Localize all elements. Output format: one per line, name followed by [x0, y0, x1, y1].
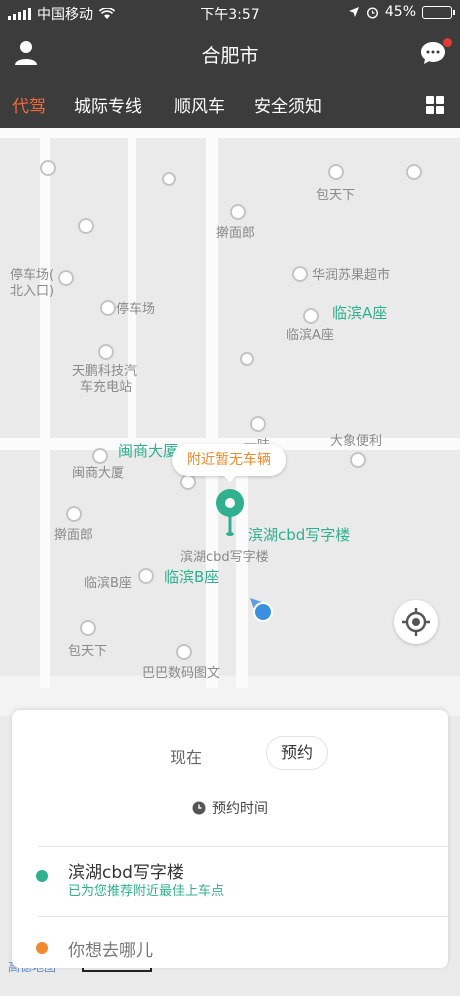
no-vehicle-tooltip: 附近暂无车辆 [172, 444, 286, 482]
building-icon [303, 308, 319, 324]
parking-icon [100, 300, 116, 316]
tab-carpool[interactable]: 顺风车 [174, 92, 225, 117]
road [236, 448, 248, 688]
tab-intercity[interactable]: 城际专线 [74, 92, 142, 117]
poi-label: 临滨A座 [332, 304, 388, 322]
location-arrow-icon [348, 7, 359, 17]
current-location-dot [253, 602, 273, 622]
tab-daijia[interactable]: 代驾 [12, 92, 46, 117]
poi-label: 包天下 [316, 188, 356, 203]
battery-percent: 45% [384, 4, 416, 20]
shop-icon [78, 218, 94, 234]
poi-label: 滨湖cbd写字楼 [248, 526, 351, 544]
poi-label: 闽商大厦 [72, 466, 125, 481]
road [206, 128, 218, 688]
poi-label: 临滨A座 [286, 328, 334, 343]
poi-label: 停车场 [116, 302, 156, 317]
alarm-icon [366, 6, 378, 19]
poi-icon [58, 270, 74, 286]
service-tabs: 代驾 城际专线 顺风车 安全须知 [0, 82, 460, 128]
shop-icon [250, 416, 266, 432]
poi-label: 巴巴数码图文 [142, 666, 221, 681]
shop-icon [350, 452, 366, 468]
pickup-dot-icon [36, 870, 48, 882]
poi-label: 闽商大厦 [118, 442, 179, 460]
locate-button[interactable] [394, 600, 438, 644]
poi-icon [40, 160, 56, 176]
poi-label: 擀面郎 [216, 226, 256, 241]
app-header: 合肥市 [0, 26, 460, 82]
booking-card: 现在 预约 预约时间 滨湖cbd写字楼 已为您推荐附近最佳上车点 你想去哪儿 [12, 710, 448, 968]
road [40, 128, 50, 688]
destination-dot-icon [36, 942, 48, 954]
battery-icon [422, 5, 455, 19]
city-title[interactable]: 合肥市 [0, 41, 460, 68]
poi-label: 大象便利 [330, 434, 383, 449]
poi-label: 包天下 [68, 644, 108, 659]
mode-reserve-button[interactable]: 预约 [266, 736, 328, 770]
restaurant-icon [406, 164, 422, 180]
poi-label: 临滨B座 [164, 568, 220, 586]
message-icon[interactable] [420, 40, 446, 66]
poi-label: 滨湖cbd写字楼 [180, 550, 269, 565]
reserve-time-row[interactable]: 预约时间 [12, 798, 448, 818]
restaurant-icon [230, 204, 246, 220]
poi-label: 车充电站 [80, 380, 133, 395]
pickup-pin-icon[interactable] [215, 488, 245, 538]
divider [38, 846, 448, 847]
tab-safety[interactable]: 安全须知 [254, 92, 322, 117]
camera-icon [176, 644, 192, 660]
restaurant-icon [328, 164, 344, 180]
atm-icon [162, 172, 176, 186]
unread-badge [443, 38, 452, 47]
poi-label: 临滨B座 [84, 576, 132, 591]
clock-icon [192, 801, 206, 815]
poi-label: 北入口) [10, 284, 55, 299]
divider [38, 916, 448, 917]
road [0, 128, 460, 138]
destination-input[interactable]: 你想去哪儿 [68, 936, 153, 961]
atm-icon [240, 352, 254, 366]
pickup-hint: 已为您推荐附近最佳上车点 [68, 884, 225, 899]
restaurant-icon [80, 620, 96, 636]
restaurant-icon [66, 506, 82, 522]
poi-icon [180, 474, 196, 490]
poi-label: 华润苏果超市 [312, 268, 391, 283]
charging-icon [98, 344, 114, 360]
more-grid-icon[interactable] [426, 96, 444, 114]
supermarket-icon [292, 266, 308, 282]
reserve-time-label: 预约时间 [212, 801, 268, 817]
crosshair-icon [402, 608, 430, 636]
status-bar: 中国移动 下午3:57 45% [0, 0, 460, 26]
mode-now-button[interactable]: 现在 [170, 744, 202, 768]
building-icon [138, 568, 154, 584]
poi-label: 擀面郎 [54, 528, 94, 543]
